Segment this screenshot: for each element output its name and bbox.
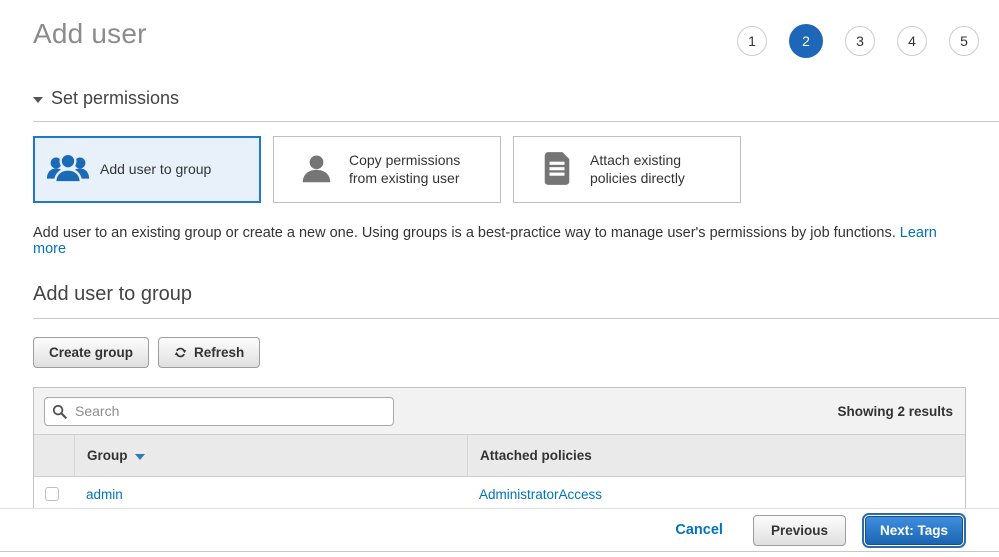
set-permissions-title: Set permissions [51,88,179,109]
policies-cell: AdministratorAccess [467,487,965,502]
wizard-footer: Cancel Previous Next: Tags [0,508,999,552]
add-user-to-group-title: Add user to group [33,283,966,306]
table-row-admin: admin AdministratorAccess [34,477,965,512]
step-2-active[interactable]: 2 [789,24,823,58]
sort-descending-icon [135,454,145,460]
card-label: Attach existing policies directly [590,152,730,187]
previous-button[interactable]: Previous [753,515,846,546]
card-label: Add user to group [100,161,211,179]
column-header-attached-policies: Attached policies [467,435,965,476]
permission-option-cards: Add user to group Copy permissions from … [33,136,966,203]
results-count: Showing 2 results [837,404,953,419]
group-cell: admin [74,487,467,502]
refresh-icon [174,346,187,359]
card-attach-policies[interactable]: Attach existing policies directly [513,136,741,203]
step-3[interactable]: 3 [845,26,875,56]
step-5[interactable]: 5 [949,26,979,56]
header-checkbox-cell [34,435,74,476]
card-copy-permissions[interactable]: Copy permissions from existing user [273,136,501,203]
card-add-user-to-group[interactable]: Add user to group [33,136,261,203]
document-icon [542,152,572,188]
page-title: Add user [33,18,147,50]
refresh-label: Refresh [194,345,244,360]
section-divider [33,121,999,122]
users-group-icon [46,152,90,188]
column-header-group[interactable]: Group [74,435,467,476]
table-toolbar: Showing 2 results [34,388,965,435]
row-checkbox[interactable] [45,487,59,501]
card-label: Copy permissions from existing user [349,152,490,187]
create-group-button[interactable]: Create group [33,337,149,368]
group-description: Add user to an existing group or create … [33,225,966,257]
next-button-focus-ring: Next: Tags [862,513,966,548]
row-checkbox-cell [34,487,74,501]
step-1[interactable]: 1 [737,26,767,56]
search-icon [52,404,67,422]
page-header: Add user 1 2 3 4 5 [0,0,999,58]
search-box [44,397,394,426]
group-actions: Create group Refresh [33,337,966,368]
wizard-steps: 1 2 3 4 5 [737,24,979,58]
collapse-arrow-icon [33,97,43,103]
search-input[interactable] [44,397,394,426]
group-column-label: Group [87,448,128,463]
policies-column-label: Attached policies [480,448,592,463]
cancel-link[interactable]: Cancel [675,522,723,538]
table-header-row: Group Attached policies [34,435,965,477]
group-link[interactable]: admin [86,487,123,502]
policy-link[interactable]: AdministratorAccess [479,487,602,502]
section-divider [33,318,999,319]
set-permissions-header[interactable]: Set permissions [33,88,966,109]
user-icon [300,152,333,188]
refresh-button[interactable]: Refresh [158,337,260,368]
next-tags-button[interactable]: Next: Tags [865,516,963,545]
step-4[interactable]: 4 [897,26,927,56]
